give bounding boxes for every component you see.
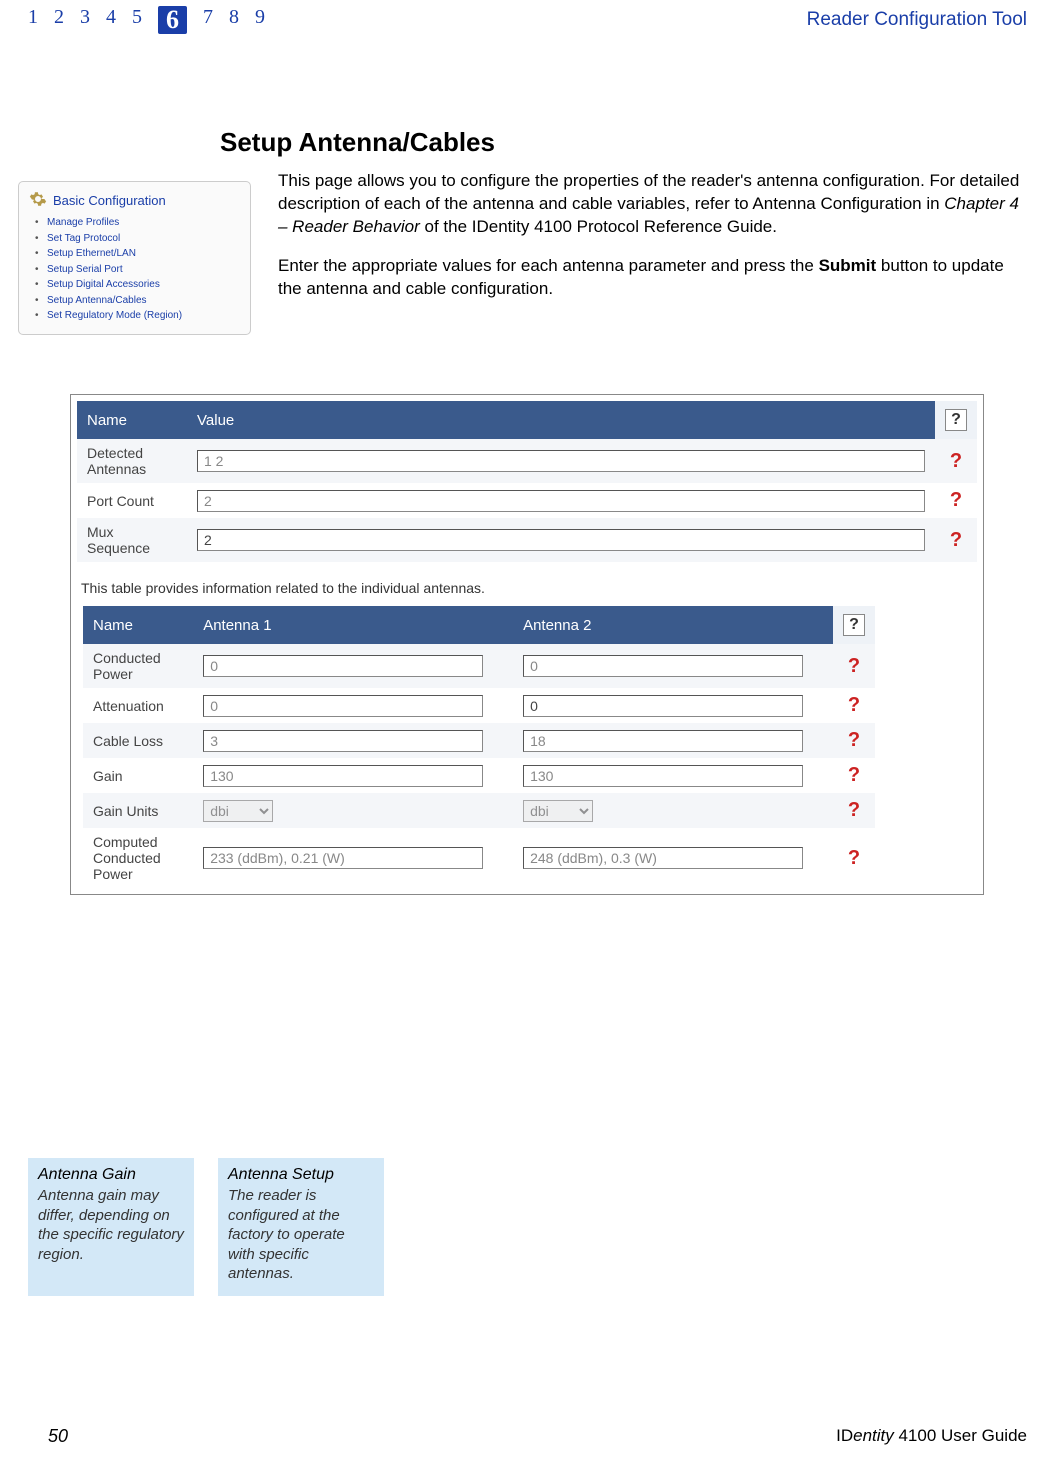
computed-power-a2-input bbox=[523, 847, 803, 869]
top-bar: 1 2 3 4 5 6 7 8 9 Reader Configuration T… bbox=[0, 6, 1049, 34]
sidebar-header: Basic Configuration bbox=[29, 190, 240, 211]
row-detected-antennas-label: Detected Antennas bbox=[77, 439, 187, 483]
th2-help[interactable]: ? bbox=[833, 606, 875, 644]
intro-p1b: of the bbox=[420, 217, 472, 236]
page-nav-4[interactable]: 4 bbox=[106, 6, 116, 34]
callout-body: The reader is configured at the factory … bbox=[228, 1186, 374, 1284]
th2-antenna2: Antenna 2 bbox=[513, 606, 833, 644]
chapter-page-nav: 1 2 3 4 5 6 7 8 9 bbox=[28, 6, 265, 34]
sidebar-item-set-tag-protocol[interactable]: Set Tag Protocol bbox=[47, 231, 240, 247]
intro-guide-ref: IDentity 4100 Protocol Reference Guide bbox=[472, 217, 773, 236]
page-nav-5[interactable]: 5 bbox=[132, 6, 142, 34]
page-nav-2[interactable]: 2 bbox=[54, 6, 64, 34]
help-icon[interactable]: ? bbox=[848, 799, 860, 821]
mux-sequence-input[interactable] bbox=[197, 529, 925, 551]
th-help[interactable]: ? bbox=[935, 401, 977, 439]
sidebar-title: Basic Configuration bbox=[53, 193, 166, 208]
callout-notes: Antenna Gain Antenna gain may differ, de… bbox=[28, 1158, 384, 1296]
callout-title: Antenna Setup bbox=[228, 1166, 374, 1184]
gain-a1-input bbox=[203, 765, 483, 787]
page-nav-8[interactable]: 8 bbox=[229, 6, 239, 34]
cable-loss-a2-input bbox=[523, 730, 803, 752]
sidebar-item-setup-antenna[interactable]: Setup Antenna/Cables bbox=[47, 293, 240, 309]
sidebar-item-manage-profiles[interactable]: Manage Profiles bbox=[47, 215, 240, 231]
intro-p2a: Enter the appropriate values for each an… bbox=[278, 256, 819, 275]
th2-name: Name bbox=[83, 606, 193, 644]
sidebar-item-set-regulatory[interactable]: Set Regulatory Mode (Region) bbox=[47, 308, 240, 324]
help-icon[interactable]: ? bbox=[950, 489, 962, 511]
footer-guide-prefix: ID bbox=[836, 1426, 853, 1445]
help-icon[interactable]: ? bbox=[950, 529, 962, 551]
page-nav-3[interactable]: 3 bbox=[80, 6, 90, 34]
page-nav-6-current[interactable]: 6 bbox=[158, 6, 187, 34]
conducted-power-a2-input bbox=[523, 655, 803, 677]
footer-guide-name: IDentity 4100 User Guide bbox=[836, 1426, 1027, 1447]
conducted-power-a1-input bbox=[203, 655, 483, 677]
antenna-summary-table: Name Value ? Detected Antennas ? Port Co… bbox=[77, 401, 977, 562]
cable-loss-a1-input bbox=[203, 730, 483, 752]
row-mux-sequence-label: Mux Sequence bbox=[77, 518, 187, 562]
page-nav-1[interactable]: 1 bbox=[28, 6, 38, 34]
page-footer: 50 IDentity 4100 User Guide bbox=[0, 1426, 1049, 1447]
help-icon[interactable]: ? bbox=[848, 694, 860, 716]
row-cable-loss-label: Cable Loss bbox=[83, 723, 193, 758]
row-conducted-power-label: Conducted Power bbox=[83, 644, 193, 688]
intro-p1c: . bbox=[772, 217, 777, 236]
page-nav-9[interactable]: 9 bbox=[255, 6, 265, 34]
sidebar-item-setup-ethernet[interactable]: Setup Ethernet/LAN bbox=[47, 246, 240, 262]
detected-antennas-input bbox=[197, 450, 925, 472]
help-icon[interactable]: ? bbox=[848, 764, 860, 786]
th-name: Name bbox=[77, 401, 187, 439]
port-count-input bbox=[197, 490, 925, 512]
help-icon[interactable]: ? bbox=[950, 450, 962, 472]
sidebar-item-setup-serial[interactable]: Setup Serial Port bbox=[47, 262, 240, 278]
row-port-count-label: Port Count bbox=[77, 483, 187, 518]
th2-antenna1: Antenna 1 bbox=[193, 606, 513, 644]
antenna-detail-table: Name Antenna 1 Antenna 2 ? Conducted Pow… bbox=[83, 606, 875, 888]
sidebar-basic-configuration: Basic Configuration Manage Profiles Set … bbox=[18, 181, 251, 335]
callout-body: Antenna gain may differ, depending on th… bbox=[38, 1186, 184, 1264]
attenuation-a1-input bbox=[203, 695, 483, 717]
footer-guide-mid: entity bbox=[853, 1426, 894, 1445]
footer-guide-suffix: 4100 User Guide bbox=[894, 1426, 1027, 1445]
help-icon[interactable]: ? bbox=[843, 614, 865, 636]
section-heading: Setup Antenna/Cables bbox=[220, 127, 495, 158]
gain-units-a1-select[interactable]: dbi bbox=[203, 800, 273, 822]
intro-text: This page allows you to configure the pr… bbox=[278, 170, 1020, 301]
callout-antenna-gain: Antenna Gain Antenna gain may differ, de… bbox=[28, 1158, 194, 1296]
footer-page-number: 50 bbox=[48, 1426, 68, 1447]
row-gain-label: Gain bbox=[83, 758, 193, 793]
help-icon[interactable]: ? bbox=[848, 729, 860, 751]
attenuation-a2-input[interactable] bbox=[523, 695, 803, 717]
row-gain-units-label: Gain Units bbox=[83, 793, 193, 828]
config-panel: Name Value ? Detected Antennas ? Port Co… bbox=[70, 394, 984, 895]
tool-name: Reader Configuration Tool bbox=[807, 9, 1027, 31]
intro-submit-ref: Submit bbox=[819, 256, 877, 275]
callout-title: Antenna Gain bbox=[38, 1166, 184, 1184]
computed-power-a1-input bbox=[203, 847, 483, 869]
help-icon[interactable]: ? bbox=[848, 847, 860, 869]
help-icon[interactable]: ? bbox=[945, 409, 967, 431]
gain-units-a2-select[interactable]: dbi bbox=[523, 800, 593, 822]
row-computed-power-label: Computed Conducted Power bbox=[83, 828, 193, 888]
page-nav-7[interactable]: 7 bbox=[203, 6, 213, 34]
row-attenuation-label: Attenuation bbox=[83, 688, 193, 723]
th-value: Value bbox=[187, 401, 935, 439]
help-icon[interactable]: ? bbox=[848, 655, 860, 677]
intro-p1a: This page allows you to configure the pr… bbox=[278, 171, 1019, 213]
panel-note: This table provides information related … bbox=[81, 580, 977, 596]
sidebar-item-setup-digital[interactable]: Setup Digital Accessories bbox=[47, 277, 240, 293]
callout-antenna-setup: Antenna Setup The reader is configured a… bbox=[218, 1158, 384, 1296]
gain-a2-input bbox=[523, 765, 803, 787]
gear-icon bbox=[29, 190, 47, 211]
